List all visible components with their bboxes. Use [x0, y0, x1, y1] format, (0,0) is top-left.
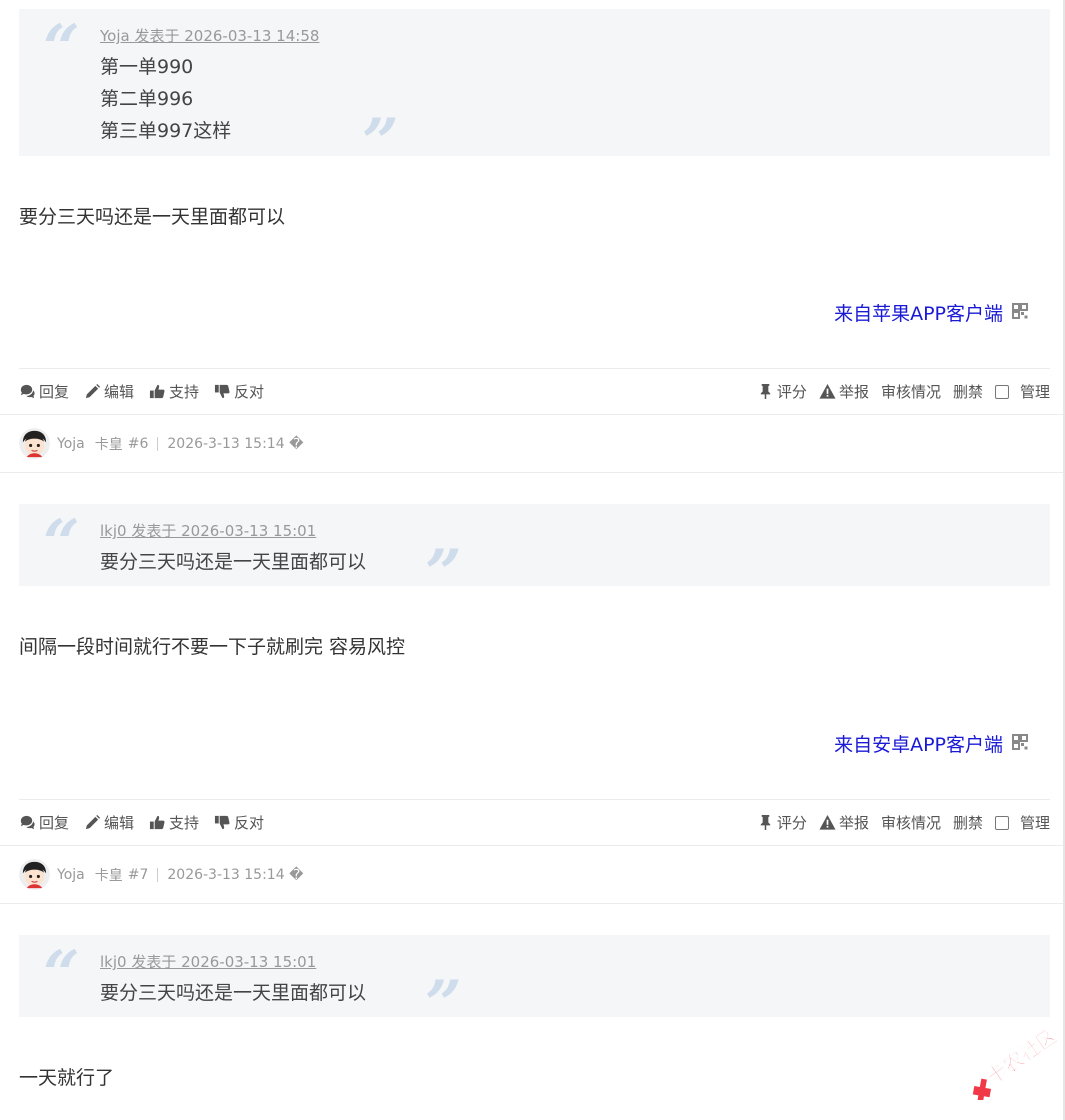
post-author-line: Yoja 卡皇 #7 2026-3-13 15:14 �	[19, 859, 303, 890]
edit-label: 编辑	[104, 383, 135, 401]
quote-block: “ lkj0 发表于 2026-03-13 15:01 要分三天吗还是一天里面都…	[19, 504, 1050, 606]
review-status-link[interactable]: 审核情况	[881, 812, 941, 833]
open-quote-icon: “	[43, 937, 80, 1012]
thumbs-up-icon	[149, 815, 165, 830]
post-divider	[19, 799, 1050, 800]
close-quote-icon: ”	[362, 105, 399, 180]
manage-label: 管理	[1019, 383, 1050, 401]
close-quote-icon: ”	[425, 536, 462, 611]
quote-source-link[interactable]: lkj0 发表于 2026-03-13 15:01	[100, 520, 316, 541]
quote-source-link[interactable]: lkj0 发表于 2026-03-13 15:01	[100, 951, 316, 972]
review-status-link[interactable]: 审核情况	[881, 381, 941, 402]
watermark-logo: 卡农社区	[972, 1030, 1059, 1100]
oppose-button[interactable]: 反对	[214, 381, 264, 402]
comments-icon	[20, 384, 35, 399]
author-rank: 卡皇	[94, 867, 123, 884]
avatar[interactable]	[19, 428, 50, 459]
rate-label: 评分	[776, 814, 807, 832]
author-name[interactable]: Yoja	[57, 867, 85, 883]
pushpin-icon	[760, 383, 771, 400]
post-author-line: Yoja 卡皇 #6 2026-3-13 15:14 �	[19, 428, 303, 459]
edit-button[interactable]: 编辑	[84, 381, 134, 402]
oppose-button[interactable]: 反对	[214, 812, 264, 833]
reply-button[interactable]: 回复	[19, 381, 69, 402]
post-time: 2026-3-13 15:14 �	[167, 866, 304, 883]
client-source-link[interactable]: 来自安卓APP客户端	[834, 730, 1003, 757]
post-message: 要分三天吗还是一天里面都可以	[19, 206, 286, 228]
reply-button[interactable]: 回复	[19, 812, 69, 833]
quote-block: “ Yoja 发表于 2026-03-13 14:58 第一单990 第二单99…	[19, 9, 1050, 175]
quote-source-link[interactable]: Yoja 发表于 2026-03-13 14:58	[100, 25, 319, 46]
oppose-label: 反对	[234, 814, 265, 832]
qrcode-icon[interactable]	[1012, 303, 1028, 319]
author-separator	[0, 472, 1063, 473]
rate-button[interactable]: 评分	[757, 381, 807, 402]
reply-label: 回复	[39, 383, 70, 401]
close-quote-icon: ”	[425, 967, 462, 1042]
quote-line: 第一单990	[100, 56, 194, 78]
report-label: 举报	[838, 383, 869, 401]
post-message: 间隔一段时间就行不要一下子就刷完 容易风控	[19, 636, 406, 658]
rate-label: 评分	[776, 383, 807, 401]
post-admin-actions: 评分 举报 审核情况 删禁 管理	[757, 812, 1050, 833]
pencil-icon	[85, 383, 101, 399]
report-button[interactable]: 举报	[819, 812, 869, 833]
author-name[interactable]: Yoja	[57, 436, 85, 452]
watermark-text: 卡农社区	[982, 1030, 1059, 1089]
oppose-label: 反对	[234, 383, 265, 401]
post-admin-actions: 评分 举报 审核情况 删禁 管理	[757, 381, 1050, 402]
manage-checkbox[interactable]	[994, 384, 1009, 399]
quote-block: “ lkj0 发表于 2026-03-13 15:01 要分三天吗还是一天里面都…	[19, 935, 1050, 1037]
ban-link[interactable]: 删禁	[953, 381, 983, 402]
post-time: 2026-3-13 15:14 �	[167, 435, 304, 452]
quote-line: 要分三天吗还是一天里面都可以	[100, 982, 367, 1004]
thumbs-down-icon	[214, 384, 230, 399]
post-actions: 回复 编辑 支持 反对	[19, 812, 264, 833]
meta-separator	[157, 867, 159, 882]
warning-icon	[819, 814, 836, 830]
report-label: 举报	[838, 814, 869, 832]
thumbs-up-icon	[149, 384, 165, 399]
pencil-icon	[85, 814, 101, 830]
quote-line: 第三单997这样	[100, 120, 232, 142]
ban-link[interactable]: 删禁	[953, 812, 983, 833]
manage-label: 管理	[1019, 814, 1050, 832]
support-label: 支持	[169, 814, 200, 832]
thumbs-down-icon	[214, 815, 230, 830]
warning-icon	[819, 383, 836, 399]
edit-label: 编辑	[104, 814, 135, 832]
reply-label: 回复	[39, 814, 70, 832]
quote-line: 第二单996	[100, 88, 194, 110]
support-button[interactable]: 支持	[149, 812, 199, 833]
floor-number[interactable]: #7	[128, 867, 149, 883]
rate-button[interactable]: 评分	[757, 812, 807, 833]
open-quote-icon: “	[43, 506, 80, 581]
support-label: 支持	[169, 383, 200, 401]
client-source-link[interactable]: 来自苹果APP客户端	[834, 299, 1003, 326]
open-quote-icon: “	[43, 11, 80, 86]
avatar[interactable]	[19, 859, 50, 890]
post-divider	[19, 368, 1050, 369]
support-button[interactable]: 支持	[149, 381, 199, 402]
meta-separator	[157, 436, 159, 451]
post-separator	[0, 414, 1063, 415]
manage-toggle[interactable]: 管理	[994, 812, 1050, 833]
pushpin-icon	[760, 814, 771, 831]
floor-number[interactable]: #6	[128, 436, 149, 452]
report-button[interactable]: 举报	[819, 381, 869, 402]
post-actions: 回复 编辑 支持 反对	[19, 381, 264, 402]
author-separator	[0, 903, 1063, 904]
quote-line: 要分三天吗还是一天里面都可以	[100, 551, 367, 573]
edit-button[interactable]: 编辑	[84, 812, 134, 833]
manage-checkbox[interactable]	[994, 815, 1009, 830]
comments-icon	[20, 815, 35, 830]
qrcode-icon[interactable]	[1012, 734, 1028, 750]
post-separator	[0, 845, 1063, 846]
author-rank: 卡皇	[94, 436, 123, 453]
post-message: 一天就行了	[19, 1067, 115, 1089]
manage-toggle[interactable]: 管理	[994, 381, 1050, 402]
